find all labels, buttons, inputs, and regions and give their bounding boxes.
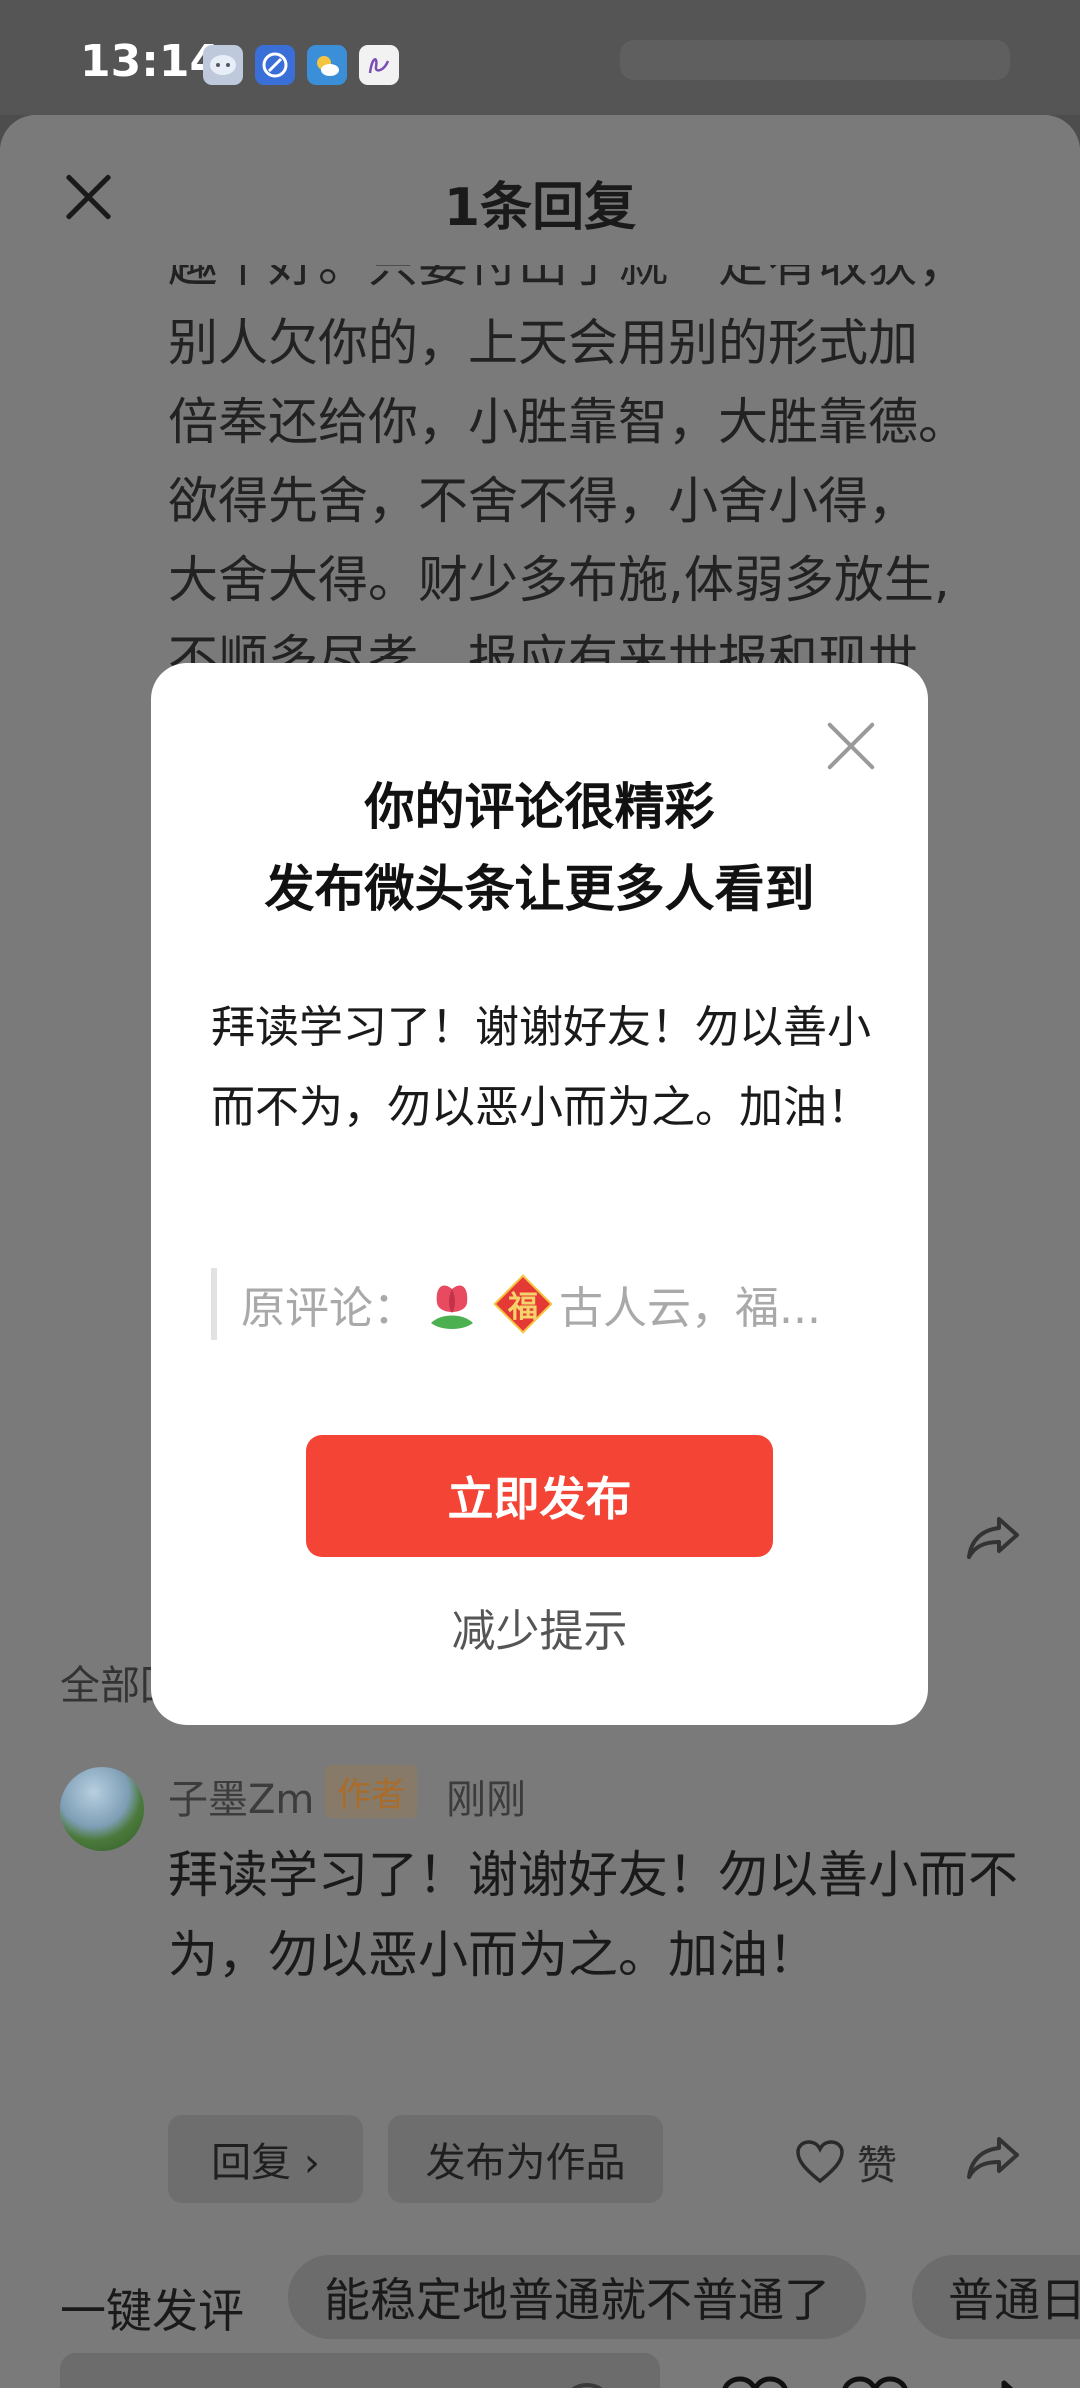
weather-app-icon	[307, 45, 347, 85]
quick-comment-chip[interactable]: 能稳定地普通就不普通了	[288, 2255, 866, 2339]
publish-as-work-button[interactable]: 发布为作品	[388, 2115, 663, 2203]
heart-icon	[796, 2140, 844, 2184]
reply-button[interactable]: 回复 ›	[168, 2115, 363, 2203]
share-icon[interactable]	[962, 2375, 1032, 2388]
publish-now-button[interactable]: 立即发布	[306, 1435, 773, 1557]
share-icon[interactable]	[965, 1513, 1021, 1563]
reply-input[interactable]: 回复 晨曦中初醒的...	[60, 2353, 660, 2388]
quick-comment-chip[interactable]: 普通日	[912, 2255, 1080, 2339]
sheet-header: 1条回复	[0, 115, 1080, 265]
browser-app-icon	[255, 45, 295, 85]
page-title: 1条回复	[443, 178, 637, 238]
status-time: 13:14	[80, 36, 221, 87]
fu-character: 福	[508, 1290, 538, 1325]
dialog-comment-text: 拜读学习了！谢谢好友！勿以善小而不为，勿以恶小而为之。加油！	[211, 1002, 871, 1133]
like-label: 赞	[857, 2143, 897, 2189]
fu-emoji: 福	[493, 1274, 553, 1334]
reduce-tips-button[interactable]: 减少提示	[151, 1595, 928, 1659]
comment-text: 拜读学习了！谢谢好友！勿以善小而不为，勿以恶小而为之。加油！	[168, 1846, 1018, 1984]
status-indicators	[620, 40, 1010, 80]
chat-app-icon	[203, 45, 243, 85]
notification-icons	[203, 45, 399, 85]
publish-prompt-dialog: 你的评论很精彩 发布微头条让更多人看到 拜读学习了！谢谢好友！勿以善小而不为，勿…	[151, 663, 928, 1725]
quick-comment-label: 一键发评	[60, 2284, 244, 2338]
author-badge: 作者	[325, 1765, 417, 1818]
original-comment-text: 古人云，福...	[559, 1283, 821, 1334]
status-bar: 13:14	[0, 0, 1080, 115]
signature-app-icon	[359, 45, 399, 85]
comment-username[interactable]: 子墨Zm	[168, 1767, 314, 1825]
original-comment-quote: 原评论： 福 古人云，福...	[211, 1268, 851, 1340]
comment-time: 刚刚	[446, 1777, 526, 1823]
dialog-title: 你的评论很精彩 发布微头条让更多人看到	[151, 766, 928, 930]
original-prefix: 原评论：	[241, 1283, 417, 1334]
like-button[interactable]: 赞	[795, 2133, 897, 2191]
broken-heart-icon[interactable]	[840, 2375, 910, 2388]
heart-icon[interactable]	[720, 2375, 790, 2388]
avatar[interactable]	[60, 1767, 144, 1851]
tulip-emoji	[431, 1285, 473, 1329]
share-icon[interactable]	[965, 2133, 1021, 2183]
dialog-title-line1: 你的评论很精彩	[364, 778, 715, 836]
dialog-title-line2: 发布微头条让更多人看到	[264, 860, 815, 918]
